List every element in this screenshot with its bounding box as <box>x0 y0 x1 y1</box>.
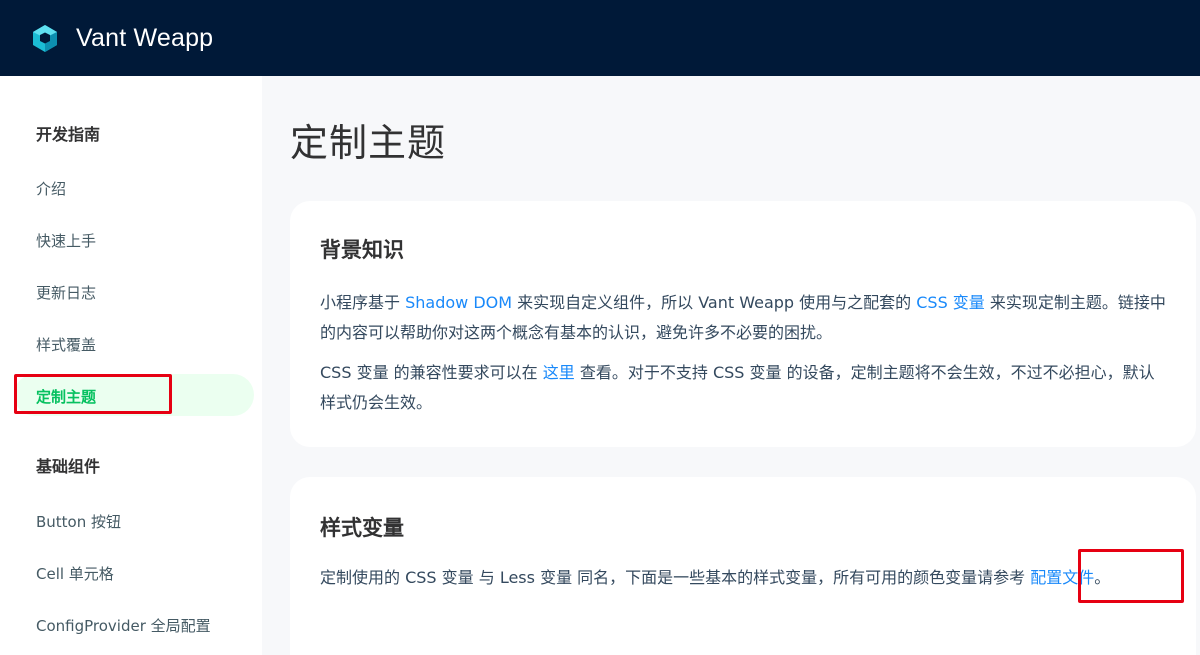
card-heading: 样式变量 <box>320 516 404 540</box>
sidebar-item-intro[interactable]: 介绍 <box>36 178 66 199</box>
sidebar-item-config-provider[interactable]: ConfigProvider 全局配置 <box>36 615 211 636</box>
sidebar-item-style-override[interactable]: 样式覆盖 <box>36 334 96 355</box>
paragraph: 小程序基于 Shadow DOM 来实现自定义组件，所以 Vant Weapp … <box>320 293 1166 342</box>
sidebar-item-button[interactable]: Button 按钮 <box>36 511 121 532</box>
sidebar-item-cell[interactable]: Cell 单元格 <box>36 563 114 584</box>
paragraph: CSS 变量 的兼容性要求可以在 这里 查看。对于不支持 CSS 变量 的设备，… <box>320 363 1155 412</box>
brand-name[interactable]: Vant Weapp <box>76 24 213 53</box>
top-navbar: Vant Weapp <box>0 0 1200 76</box>
sidebar-item-changelog[interactable]: 更新日志 <box>36 282 96 303</box>
card-heading: 背景知识 <box>320 238 404 262</box>
shadow-dom-link[interactable]: Shadow DOM <box>405 293 512 312</box>
sidebar-item-quickstart[interactable]: 快速上手 <box>36 230 96 251</box>
sidebar-item-custom-theme[interactable]: 定制主题 <box>36 386 96 407</box>
main-content: 定制主题 背景知识 小程序基于 Shadow DOM 来实现自定义组件，所以 V… <box>262 76 1200 655</box>
sidebar-group-guide: 开发指南 <box>36 125 101 144</box>
card-background-knowledge: 背景知识 小程序基于 Shadow DOM 来实现自定义组件，所以 Vant W… <box>290 201 1196 447</box>
sidebar-group-basic: 基础组件 <box>36 457 101 476</box>
compat-here-link[interactable]: 这里 <box>543 363 575 382</box>
vant-logo-icon[interactable] <box>30 23 60 53</box>
sidebar: 开发指南 介绍 快速上手 更新日志 样式覆盖 定制主题 基础组件 Button … <box>0 76 262 655</box>
config-file-link[interactable]: 配置文件 <box>1030 568 1094 587</box>
css-variables-link[interactable]: CSS 变量 <box>916 293 985 312</box>
card-style-variables: 样式变量 定制使用的 CSS 变量 与 Less 变量 同名，下面是一些基本的样… <box>290 477 1196 655</box>
page-title: 定制主题 <box>290 121 447 165</box>
paragraph: 定制使用的 CSS 变量 与 Less 变量 同名，下面是一些基本的样式变量，所… <box>320 568 1111 587</box>
